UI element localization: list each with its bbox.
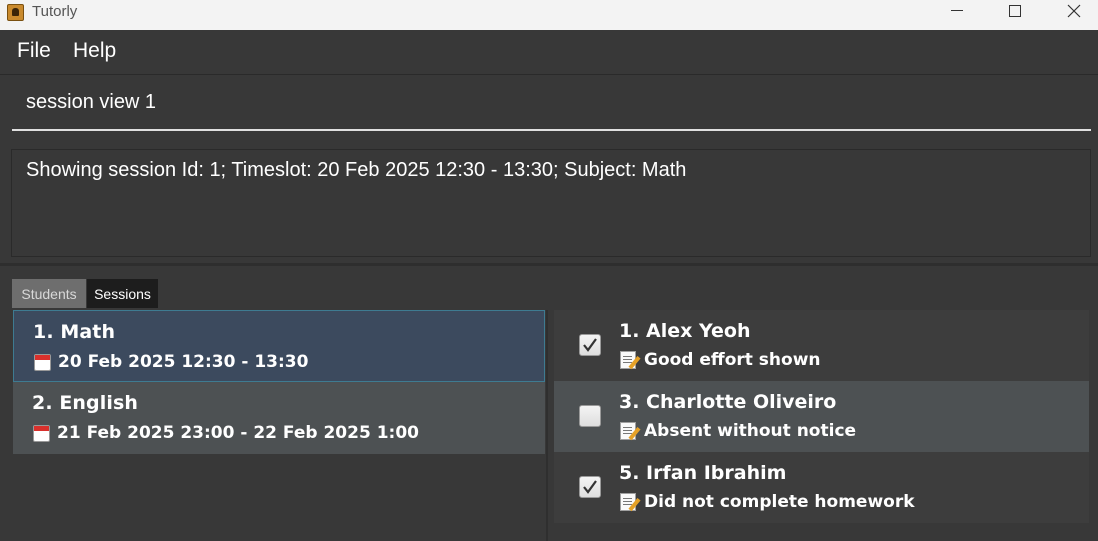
session-card[interactable]: 1. Math 20 Feb 2025 12:30 - 13:30 bbox=[13, 310, 545, 382]
menu-file[interactable]: File bbox=[17, 39, 51, 63]
calendar-icon bbox=[34, 353, 51, 371]
result-display: Showing session Id: 1; Timeslot: 20 Feb … bbox=[11, 149, 1091, 257]
close-icon bbox=[1067, 4, 1081, 18]
command-input[interactable] bbox=[12, 75, 1091, 131]
attendance-note: Absent without notice bbox=[620, 421, 856, 441]
close-button[interactable] bbox=[1050, 0, 1096, 30]
session-timeslot-text: 21 Feb 2025 23:00 - 22 Feb 2025 1:00 bbox=[57, 423, 419, 443]
section-divider bbox=[0, 263, 1098, 266]
command-box bbox=[0, 75, 1098, 140]
attendance-row[interactable]: 5. Irfan Ibrahim Did not complete homewo… bbox=[554, 452, 1089, 523]
attendance-note-text: Good effort shown bbox=[644, 350, 821, 370]
memo-icon bbox=[620, 422, 636, 440]
student-name: 5. Irfan Ibrahim bbox=[619, 462, 787, 484]
app-logo-icon bbox=[7, 4, 24, 21]
attendance-checkbox[interactable] bbox=[579, 476, 601, 498]
check-icon bbox=[583, 480, 597, 494]
attendance-row[interactable]: 3. Charlotte Oliveiro Absent without not… bbox=[554, 381, 1089, 452]
panel-splitter[interactable] bbox=[546, 310, 548, 541]
attendance-checkbox[interactable] bbox=[579, 334, 601, 356]
window-title: Tutorly bbox=[32, 3, 78, 20]
attendance-note: Did not complete homework bbox=[620, 492, 915, 512]
minimize-button[interactable] bbox=[934, 0, 980, 30]
memo-icon bbox=[620, 351, 636, 369]
result-text: Showing session Id: 1; Timeslot: 20 Feb … bbox=[26, 159, 687, 181]
session-timeslot: 21 Feb 2025 23:00 - 22 Feb 2025 1:00 bbox=[33, 423, 419, 443]
attendance-row[interactable]: 1. Alex Yeoh Good effort shown bbox=[554, 310, 1089, 381]
attendance-checkbox[interactable] bbox=[579, 405, 601, 427]
title-bar: Tutorly bbox=[0, 0, 1098, 30]
session-title: 1. Math bbox=[33, 321, 116, 343]
tab-students[interactable]: Students bbox=[12, 279, 86, 308]
session-timeslot: 20 Feb 2025 12:30 - 13:30 bbox=[34, 352, 308, 372]
memo-icon bbox=[620, 493, 636, 511]
attendance-note-text: Did not complete homework bbox=[644, 492, 915, 512]
session-title: 2. English bbox=[32, 392, 139, 414]
session-timeslot-text: 20 Feb 2025 12:30 - 13:30 bbox=[58, 352, 309, 372]
calendar-icon bbox=[33, 424, 50, 442]
menu-bar: File Help bbox=[0, 30, 1098, 75]
attendance-list: 1. Alex Yeoh Good effort shown 3. Charlo… bbox=[554, 310, 1089, 541]
check-icon bbox=[583, 338, 597, 352]
session-list: 1. Math 20 Feb 2025 12:30 - 13:30 2. Eng… bbox=[12, 310, 545, 541]
session-card[interactable]: 2. English 21 Feb 2025 23:00 - 22 Feb 20… bbox=[13, 382, 545, 454]
menu-help[interactable]: Help bbox=[73, 39, 116, 63]
attendance-note: Good effort shown bbox=[620, 350, 821, 370]
student-name: 1. Alex Yeoh bbox=[619, 320, 751, 342]
student-name: 3. Charlotte Oliveiro bbox=[619, 391, 837, 413]
attendance-note-text: Absent without notice bbox=[644, 421, 857, 441]
tab-sessions[interactable]: Sessions bbox=[87, 279, 158, 308]
maximize-button[interactable] bbox=[992, 0, 1038, 30]
